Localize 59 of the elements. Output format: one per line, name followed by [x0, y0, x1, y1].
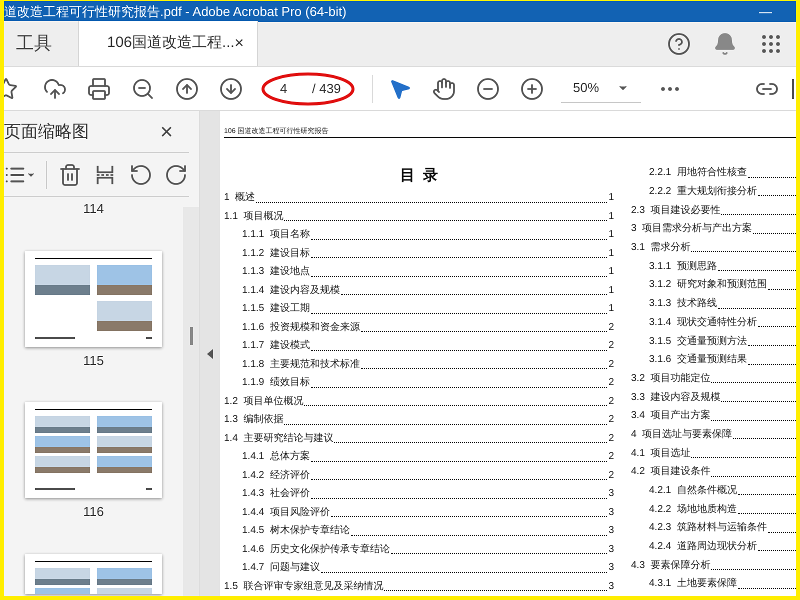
toc-entry[interactable]: 1.1.6 投资规模和资金来源 2 — [224, 318, 614, 337]
toc-entry[interactable]: 3.1.5 交通量预测方法 — [631, 332, 796, 351]
toc-entry[interactable]: 2.2.2 重大规划衔接分析 — [631, 182, 796, 202]
zoom-dropdown[interactable]: 50% — [561, 74, 641, 102]
toc-entry[interactable]: 2.3 项目建设必要性 — [631, 201, 796, 220]
tab[interactable]: 106国道改造工程...× — [78, 21, 258, 66]
toc-entry[interactable]: 3.1.6 交通量预测结果 — [631, 350, 796, 370]
toc-entry[interactable]: 3.1.4 现状交通特性分析 — [631, 314, 796, 332]
toc-entry[interactable]: 1.1.3 建设地点 1 — [224, 263, 614, 282]
toc-entry[interactable]: 1.3 编制依据 2 — [224, 411, 614, 430]
toc-entry[interactable]: 4.3 要素保障分析 — [631, 556, 796, 576]
toc-entry[interactable]: 3 项目需求分析与产出方案 — [631, 220, 796, 239]
toc-entry[interactable]: 1.2 项目单位概况 2 — [224, 392, 614, 411]
window-title: 道改造工程可行性研究报告.pdf - Adobe Acrobat Pro (64-bit) — [4, 5, 346, 18]
toc-entry[interactable]: 4.2.1 自然条件概况 — [631, 482, 796, 500]
toc-entry[interactable]: 3.1.1 预测思路 — [631, 257, 796, 276]
toc-entry[interactable]: 1.4.4 项目风险评价 3 — [224, 504, 614, 522]
close-button[interactable]: × — [160, 120, 173, 142]
toc-entry[interactable]: 1.1.8 主要规范和技术标准 2 — [224, 356, 614, 374]
toc-entry[interactable]: 1 概述 1 — [224, 189, 614, 208]
panel-title: 页面缩略图 — [4, 120, 89, 143]
toc-entry[interactable]: 1.5 联合评审专家组意见及采纳情况 3 — [224, 578, 614, 596]
page-label: 116 — [83, 503, 104, 521]
toc-entry[interactable]: 4.2.3 筑路材料与运输条件 — [631, 519, 796, 538]
collapse-arrow-icon[interactable] — [207, 348, 213, 358]
toc-entry[interactable]: 3.1.3 技术路线 — [631, 294, 796, 314]
minimize-button[interactable]: — — [759, 5, 772, 18]
toc-entry[interactable]: 1.1.4 建设内容及规模 1 — [224, 282, 614, 300]
toc-entry[interactable]: 4.2.2 场地地质构造 — [631, 500, 796, 520]
toc-entry[interactable]: 4.2 项目建设条件 — [631, 463, 796, 482]
toc-entry[interactable]: 1.4.7 问题与建议 3 — [224, 559, 614, 578]
toc-entry[interactable]: 3.1 需求分析 — [631, 238, 796, 258]
page-label: 115 — [83, 352, 104, 370]
toc-entry[interactable]: 1.1 项目概况 1 — [224, 208, 614, 226]
toc-entry[interactable]: 3.2 项目功能定位 — [631, 370, 796, 388]
toc-entry[interactable]: 1.1.2 建设目标 1 — [224, 244, 614, 263]
toc-entry[interactable]: 1.4.3 社会评价 3 — [224, 485, 614, 504]
toc-entry[interactable]: 1.4.6 历史文化保护传承专章结论 3 — [224, 540, 614, 559]
toc-entry[interactable]: 1.1.9 绩效目标 2 — [224, 374, 614, 392]
toc-entry[interactable]: 3.1.2 研究对象和预测范围 — [631, 276, 796, 295]
toc-entry[interactable]: 1.4.1 总体方案 2 — [224, 448, 614, 466]
toc-entry[interactable]: 4.1 项目选址 — [631, 444, 796, 463]
toc-entry[interactable]: 3.4 项目产出方案 — [631, 406, 796, 426]
toc-entry[interactable]: 2.2.1 用地符合性核查 — [631, 164, 796, 183]
toc-entry[interactable]: 1.4 主要研究结论与建议 2 — [224, 430, 614, 448]
toc-entry[interactable]: 4.3.1 土地要素保障 — [631, 575, 796, 594]
document-title: 目 录 — [398, 166, 440, 186]
page-label: 114 — [83, 200, 104, 218]
toc-entry[interactable]: 3.3 建设内容及规模 — [631, 388, 796, 407]
toc-entry[interactable]: 4.2.4 道路周边现状分析 — [631, 538, 796, 556]
toc-entry[interactable]: 1.1.5 建设工期 1 — [224, 300, 614, 318]
toc-entry[interactable]: 4 项目选址与要素保障 — [631, 426, 796, 444]
tab-close-button[interactable]: × — [234, 32, 244, 56]
toc-entry[interactable]: 1.1.1 项目名称 1 — [224, 226, 614, 244]
page-number-field[interactable]: 4 — [280, 78, 294, 98]
toc-entry[interactable]: 1.4.5 树木保护专章结论 3 — [224, 522, 614, 540]
toc-entry[interactable]: 1.4.2 经济评价 2 — [224, 466, 614, 485]
toc-entry[interactable]: 1.1.7 建设模式 2 — [224, 337, 614, 356]
page-count: / 439 — [312, 80, 341, 98]
